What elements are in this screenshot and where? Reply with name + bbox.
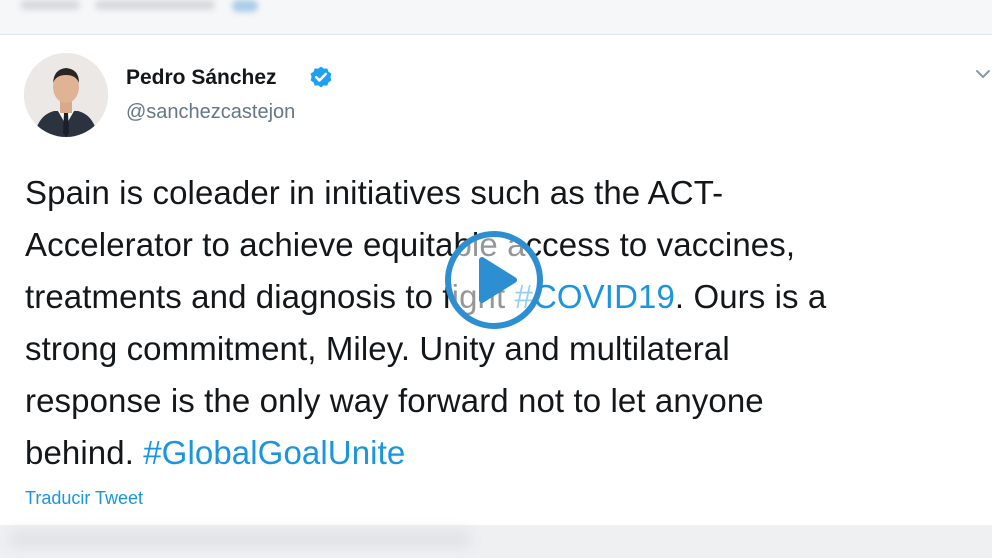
author-name[interactable]: Pedro Sánchez xyxy=(126,65,277,91)
blurred-text xyxy=(10,530,470,548)
blurred-icon xyxy=(232,0,258,12)
tweet-text-segment: . Ours is a xyxy=(674,278,827,315)
tweet-text-segment: strong commitment, Miley. Unity and mult… xyxy=(25,330,730,367)
author-handle[interactable]: @sanchezcastejon xyxy=(126,99,295,125)
blurred-text xyxy=(20,0,80,10)
verified-badge-icon xyxy=(310,66,332,88)
tweet-text-line: Spain is coleader in initiatives such as… xyxy=(25,167,975,219)
tweet-text-line: behind. #GlobalGoalUnite xyxy=(25,427,975,479)
tweet-text-segment: behind. xyxy=(25,434,144,471)
avatar[interactable] xyxy=(24,53,108,137)
translate-tweet-link[interactable]: Traducir Tweet xyxy=(25,487,143,509)
avatar-image xyxy=(24,53,108,137)
hashtag-link[interactable]: #GlobalGoalUnite xyxy=(143,434,405,471)
chevron-down-icon[interactable] xyxy=(974,65,992,83)
tweet-text-segment: Spain is coleader in initiatives such as… xyxy=(25,174,724,211)
play-icon[interactable] xyxy=(442,228,546,332)
tweet-text-segment: Accelerator to achieve equitable access … xyxy=(25,226,796,263)
video-frame: Pedro Sánchez @sanchezcastejon Spain is … xyxy=(0,0,992,558)
tweet-text-line: response is the only way forward not to … xyxy=(25,375,975,427)
tweet-text-segment: response is the only way forward not to … xyxy=(25,382,764,419)
blurred-text xyxy=(95,0,215,10)
